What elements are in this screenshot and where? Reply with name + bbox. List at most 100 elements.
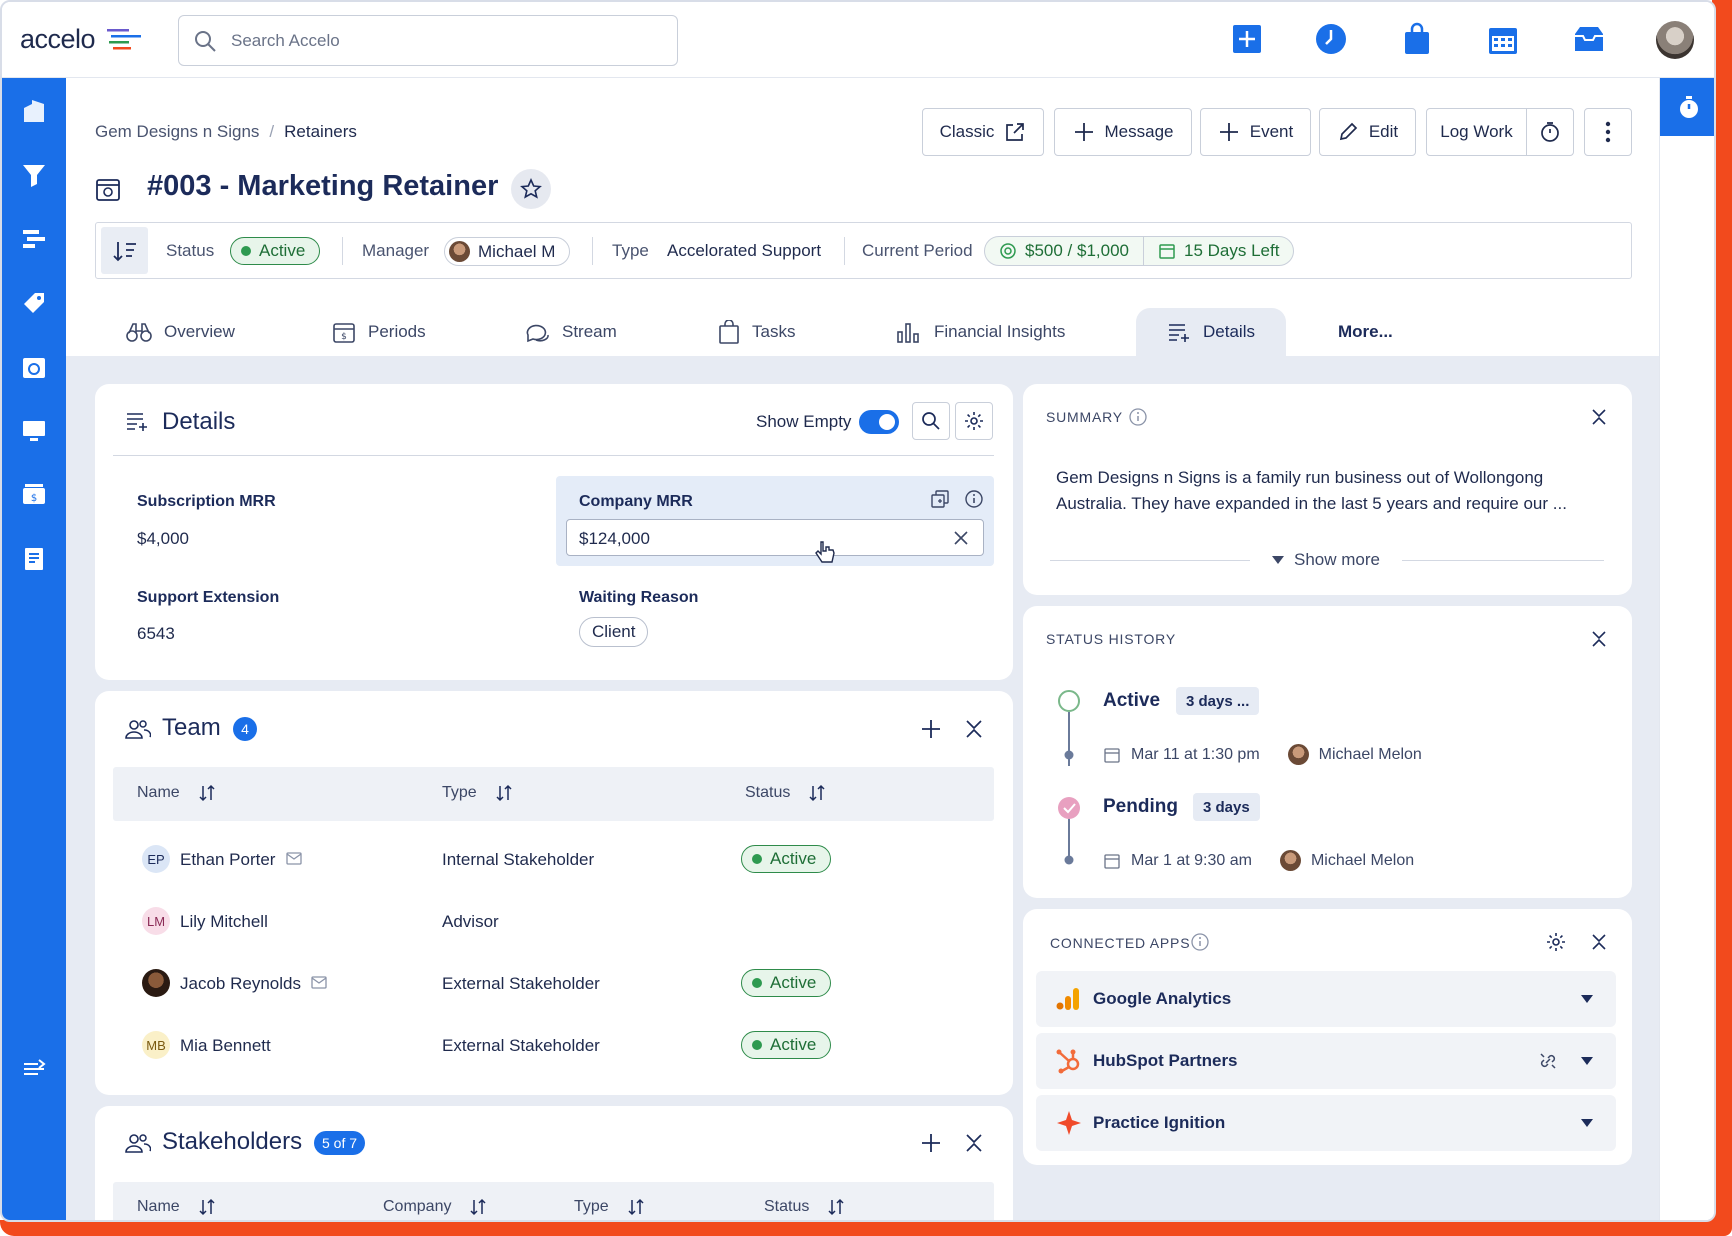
caret-down-icon[interactable] <box>1581 995 1593 1003</box>
add-icon[interactable] <box>920 1132 942 1154</box>
gear-icon[interactable] <box>1546 932 1566 952</box>
member-name[interactable]: Lily Mitchell <box>180 912 268 932</box>
email-icon[interactable] <box>286 851 304 867</box>
history-user[interactable]: Michael Melon <box>1311 852 1414 870</box>
column-header-type[interactable]: Type <box>574 1198 645 1216</box>
current-period-badge[interactable]: $500 / $1,000 15 Days Left <box>984 236 1295 266</box>
summary-line-1: Gem Designs n Signs is a family run busi… <box>1056 468 1544 487</box>
divider <box>1402 560 1604 561</box>
details-title: Details <box>162 408 236 435</box>
sort-arrows-icon <box>199 1198 215 1216</box>
divider <box>1050 560 1250 561</box>
tag-icon[interactable] <box>21 290 47 316</box>
user-avatar[interactable] <box>1656 21 1694 59</box>
app-window: accelo Search Accelo $ Gem Designs n Sig… <box>0 0 1716 1222</box>
period-amount-text: $500 / $1,000 <box>1025 241 1129 260</box>
caret-down-icon[interactable] <box>1581 1119 1593 1127</box>
column-header-status[interactable]: Status <box>745 784 826 802</box>
column-header-status[interactable]: Status <box>764 1198 845 1216</box>
collapse-icon[interactable] <box>1590 407 1608 427</box>
show-empty-toggle[interactable] <box>859 410 899 434</box>
calendar-icon[interactable] <box>1486 22 1520 56</box>
column-header-company[interactable]: Company <box>383 1198 487 1216</box>
show-more-button[interactable]: Show more <box>1272 550 1380 570</box>
search-input[interactable]: Search Accelo <box>178 15 678 66</box>
message-button[interactable]: Message <box>1054 108 1192 156</box>
info-icon[interactable] <box>1191 933 1209 951</box>
billing-icon[interactable]: $ <box>21 482 47 508</box>
tab-financial-insights[interactable]: Financial Insights <box>896 308 1065 356</box>
email-icon[interactable] <box>311 975 329 991</box>
member-name[interactable]: Ethan Porter <box>180 850 275 870</box>
app-row-practice-ignition[interactable]: Practice Ignition <box>1036 1095 1616 1151</box>
retainer-calendar-icon[interactable] <box>21 354 47 380</box>
breadcrumb: Gem Designs n Signs / Retainers <box>95 122 357 141</box>
tab-overview[interactable]: Overview <box>126 308 235 356</box>
column-header-name[interactable]: Name <box>137 1198 216 1216</box>
start-timer-button[interactable] <box>1526 108 1574 156</box>
manager-chip[interactable]: Michael M <box>444 237 571 266</box>
edit-button[interactable]: Edit <box>1319 108 1416 156</box>
current-period-label: Current Period <box>862 241 973 260</box>
details-settings-button[interactable] <box>955 402 993 440</box>
app-row-hubspot[interactable]: HubSpot Partners <box>1036 1033 1616 1089</box>
calendar-icon <box>1104 747 1120 763</box>
breadcrumb-parent[interactable]: Gem Designs n Signs <box>95 122 259 141</box>
column-header-name[interactable]: Name <box>137 784 216 802</box>
clear-icon[interactable] <box>953 530 969 546</box>
stakeholders-count-badge: 5 of 7 <box>314 1131 366 1155</box>
search-icon <box>922 412 940 430</box>
collapse-icon[interactable] <box>964 1132 984 1154</box>
collapse-icon[interactable] <box>964 718 984 740</box>
more-actions-button[interactable] <box>1584 108 1632 156</box>
timer-rail-button[interactable] <box>1660 78 1714 136</box>
add-icon[interactable] <box>1230 22 1264 56</box>
monitor-icon[interactable] <box>21 418 47 444</box>
info-icon[interactable] <box>1129 408 1147 426</box>
unlink-icon[interactable] <box>1538 1051 1558 1071</box>
svg-text:$: $ <box>31 493 37 504</box>
log-work-button[interactable]: Log Work <box>1426 108 1527 156</box>
sort-button[interactable] <box>101 227 148 274</box>
page-title: #003 - Marketing Retainer <box>147 170 499 202</box>
history-user[interactable]: Michael Melon <box>1319 746 1422 764</box>
inbox-icon[interactable] <box>1572 22 1606 56</box>
collapse-sidebar-icon[interactable] <box>21 1056 47 1082</box>
collapse-icon[interactable] <box>1590 629 1608 649</box>
stopwatch-icon <box>1541 122 1559 142</box>
tab-periods[interactable]: $ Periods <box>332 308 426 356</box>
status-badge[interactable]: Active <box>230 237 321 265</box>
clock-icon[interactable] <box>1314 22 1348 56</box>
divider <box>844 237 845 265</box>
tab-label: Periods <box>368 322 426 341</box>
company-mrr-input[interactable]: $124,000 <box>566 519 984 556</box>
company-mrr-label: Company MRR <box>579 493 693 510</box>
tab-label: Tasks <box>752 322 796 341</box>
calendar-icon <box>1104 853 1120 869</box>
member-name[interactable]: Jacob Reynolds <box>180 974 301 994</box>
building-icon[interactable] <box>21 98 47 124</box>
caret-down-icon[interactable] <box>1581 1057 1593 1065</box>
waiting-reason-chip[interactable]: Client <box>579 617 649 647</box>
report-icon[interactable] <box>21 546 47 572</box>
funnel-icon[interactable] <box>21 162 47 188</box>
breadcrumb-current[interactable]: Retainers <box>284 122 357 141</box>
collapse-icon[interactable] <box>1590 932 1608 952</box>
classic-button[interactable]: Classic <box>922 108 1044 156</box>
event-button[interactable]: Event <box>1200 108 1311 156</box>
info-icon[interactable] <box>965 490 983 508</box>
shopping-bag-icon[interactable] <box>1400 22 1434 56</box>
app-row-google-analytics[interactable]: Google Analytics <box>1036 971 1616 1027</box>
copy-icon[interactable] <box>931 490 949 508</box>
column-header-type[interactable]: Type <box>442 784 513 802</box>
member-name[interactable]: Mia Bennett <box>180 1036 271 1056</box>
tab-stream[interactable]: Stream <box>524 308 617 356</box>
add-icon[interactable] <box>920 718 942 740</box>
tab-details[interactable]: Details <box>1136 308 1286 356</box>
waiting-reason-value: Client <box>592 622 636 641</box>
favorite-button[interactable] <box>511 169 551 209</box>
tab-more[interactable]: More... <box>1338 308 1393 356</box>
details-search-button[interactable] <box>912 402 950 440</box>
gantt-icon[interactable] <box>21 226 47 252</box>
tab-tasks[interactable]: Tasks <box>718 308 795 356</box>
